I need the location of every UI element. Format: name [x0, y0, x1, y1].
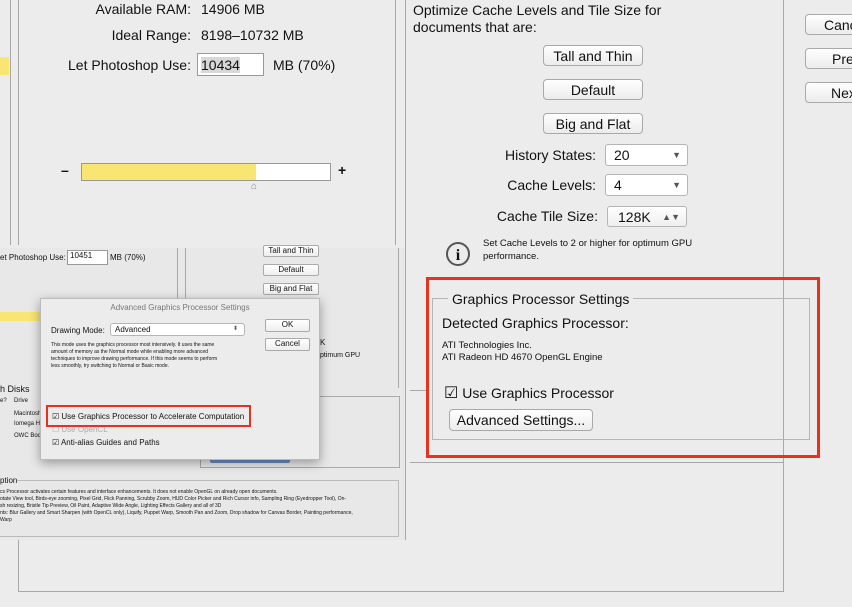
antialias-checkbox[interactable]: ☑ Anti-alias Guides and Paths [52, 438, 160, 447]
inset-tall-thin[interactable]: Tall and Thin [263, 245, 319, 257]
inset-big-flat[interactable]: Big and Flat [263, 283, 319, 295]
checkmark-icon: ☑ [52, 438, 60, 447]
info-icon: i [446, 242, 470, 266]
dropdown-arrow-icon: ▼ [672, 150, 681, 160]
cache-tile-size-value: 128K [618, 209, 651, 225]
memory-unit: MB (70%) [273, 57, 336, 73]
available-ram-value: 14906 MB [201, 1, 265, 17]
memory-slider-fill [82, 164, 256, 180]
history-states-label: History States: [504, 147, 596, 163]
antialias-label: Anti-alias Guides and Paths [60, 438, 160, 447]
inset-disks-title: h Disks [0, 384, 30, 394]
inset-desc-line: cs Processor activates certain features … [0, 489, 278, 495]
inset-gpu-text: ptimum GPU [320, 352, 361, 359]
highlight-box [426, 277, 820, 458]
cache-levels-value: 4 [614, 177, 622, 193]
dialog-desc-line: amount of memory as the Normal mode whil… [51, 349, 209, 355]
stepper-arrows-icon: ⬍ [232, 326, 238, 332]
dialog-ok-button[interactable]: OK [265, 319, 310, 332]
let-photoshop-use-label: Let Photoshop Use: [68, 57, 191, 73]
advanced-gpu-dialog: Advanced Graphics Processor Settings Dra… [40, 298, 320, 460]
drawing-mode-label: Drawing Mode: [51, 326, 105, 335]
default-button[interactable]: Default [543, 79, 643, 100]
dialog-desc-line: This mode uses the graphics processor mo… [51, 342, 215, 348]
ideal-range-label: Ideal Range: [111, 27, 191, 43]
slider-thumb[interactable]: ⌂ [251, 181, 261, 192]
optimize-text-1: Optimize Cache Levels and Tile Size for [413, 2, 662, 18]
dialog-desc-line: less smoothly, try switching to Normal o… [51, 363, 170, 369]
cache-tile-size-label: Cache Tile Size: [496, 208, 598, 224]
cache-levels-label: Cache Levels: [507, 177, 596, 193]
history-states-select[interactable]: 20 ▼ [605, 144, 688, 166]
inset-desc-title: ption [0, 476, 18, 485]
inset-disk3[interactable]: OWC Boot [14, 433, 43, 439]
memory-input[interactable]: 10434 [197, 53, 264, 76]
stepper-arrows-icon: ▲▼ [662, 212, 680, 222]
history-states-value: 20 [614, 147, 630, 163]
drawing-mode-select[interactable]: Advanced ⬍ [110, 323, 245, 336]
optimize-text-2: documents that are: [413, 19, 537, 35]
tall-thin-button[interactable]: Tall and Thin [543, 45, 643, 66]
prev-button[interactable]: Pre [805, 48, 852, 69]
inset-use-label: et Photoshop Use: [0, 253, 66, 262]
available-ram-label: Available RAM: [95, 1, 191, 17]
inset-col1: e? [0, 398, 7, 404]
next-button[interactable]: Nex [805, 82, 852, 103]
dropdown-arrow-icon: ▼ [672, 180, 681, 190]
memory-slider[interactable] [81, 163, 331, 181]
inset-col2: Drive [14, 398, 29, 404]
dialog-cancel-button[interactable]: Cancel [265, 338, 310, 351]
cancel-button[interactable]: Canc [805, 14, 852, 35]
inset-use-unit: MB (70%) [110, 253, 146, 262]
inset-use-input[interactable]: 10451 [67, 250, 108, 265]
dialog-desc-line: techniques to improve drawing performanc… [51, 356, 218, 362]
info-text-2: performance. [483, 251, 539, 262]
dialog-highlight-box [46, 405, 251, 427]
inset-desc-line: sh resizing, Bristle Tip Preview, Oil Pa… [0, 503, 222, 509]
inset-k: K [320, 338, 326, 347]
cache-levels-select[interactable]: 4 ▼ [605, 174, 688, 196]
slider-minus[interactable]: – [61, 162, 69, 178]
dialog-title: Advanced Graphics Processor Settings [110, 303, 250, 312]
inset-disk1[interactable]: Macintosh [14, 411, 41, 417]
inset-desc-line: Warp [0, 517, 12, 523]
big-flat-button[interactable]: Big and Flat [543, 113, 643, 134]
slider-plus[interactable]: + [338, 162, 346, 178]
inset-desc-line: nts: Blur Gallery and Smart Sharpen (wit… [0, 510, 353, 516]
memory-input-value: 10434 [201, 57, 240, 73]
ideal-range-value: 8198–10732 MB [201, 27, 304, 43]
info-text-1: Set Cache Levels to 2 or higher for opti… [483, 238, 693, 249]
inset-disk2[interactable]: Iomega HI [14, 421, 42, 427]
drawing-mode-value: Advanced [115, 325, 151, 334]
inset-desc-line: otate View tool, Birds-eye zooming, Pixe… [0, 496, 347, 502]
inset-default[interactable]: Default [263, 264, 319, 276]
cache-tile-size-select[interactable]: 128K ▲▼ [607, 206, 687, 227]
